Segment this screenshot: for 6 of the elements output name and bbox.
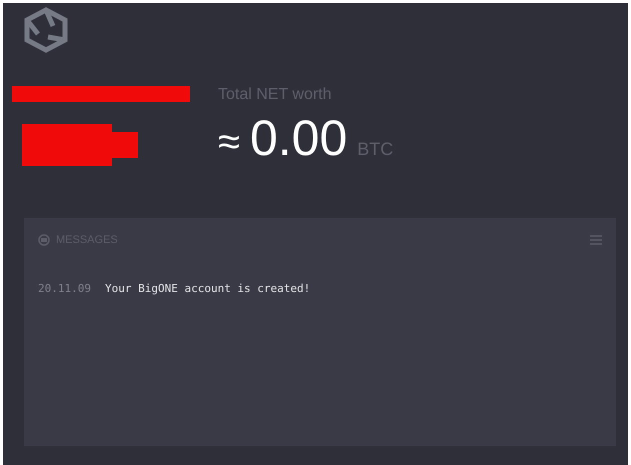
message-date: 20.11.09 bbox=[38, 280, 91, 296]
menu-icon[interactable] bbox=[590, 235, 602, 246]
message-text: Your BigONE account is created! bbox=[104, 280, 310, 296]
messages-icon bbox=[38, 234, 50, 246]
approx-sign: ≈ bbox=[218, 122, 240, 162]
worth-amount: 0.00 bbox=[250, 113, 348, 163]
